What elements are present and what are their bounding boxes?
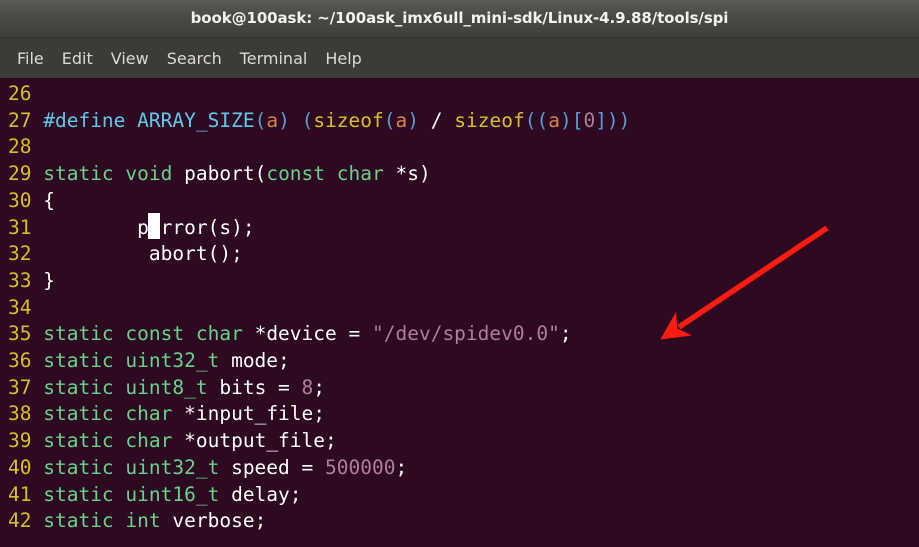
parameter-name: s xyxy=(407,162,419,186)
line-number: 32 xyxy=(8,242,32,266)
code-line: 28 xyxy=(8,135,43,158)
menu-item-terminal[interactable]: Terminal xyxy=(231,47,317,70)
keyword: static char xyxy=(43,429,185,453)
window-titlebar[interactable]: book@100ask: ~/100ask_imx6ull_mini-sdk/L… xyxy=(0,0,919,38)
line-number: 35 xyxy=(8,322,32,346)
code-line: 31 perror(s); xyxy=(8,215,255,239)
variable-name: bits xyxy=(219,375,267,399)
code-line: 33 } xyxy=(8,268,55,292)
terminal-viewport[interactable]: 26 27 #define ARRAY_SIZE(a) (sizeof(a) /… xyxy=(0,78,919,547)
keyword: static const char xyxy=(43,322,255,346)
variable-name: mode xyxy=(231,349,279,373)
keyword: static uint32_t xyxy=(43,349,232,373)
variable-name: device xyxy=(266,322,337,346)
sizeof-keyword: sizeof xyxy=(454,108,525,132)
line-number: 26 xyxy=(8,82,32,105)
menu-item-file[interactable]: File xyxy=(8,47,53,70)
code-line: 37 static uint8_t bits = 8; xyxy=(8,375,326,399)
line-number: 40 xyxy=(8,455,32,479)
numeric-literal: 8 xyxy=(301,375,314,399)
code-line: 36 static uint32_t mode; xyxy=(8,349,290,373)
code-listing: 26 27 #define ARRAY_SIZE(a) (sizeof(a) /… xyxy=(8,81,630,535)
menu-item-help[interactable]: Help xyxy=(316,47,370,70)
keyword: static uint8_t xyxy=(43,375,220,399)
variable-name: verbose xyxy=(172,509,255,533)
text-cursor xyxy=(148,213,160,239)
macro-arg: a xyxy=(266,108,279,132)
window-title: book@100ask: ~/100ask_imx6ull_mini-sdk/L… xyxy=(190,9,729,27)
argument: s xyxy=(219,215,232,239)
line-number: 29 xyxy=(8,162,32,186)
macro-arg: a xyxy=(548,108,560,132)
line-content xyxy=(31,82,43,105)
line-number: 41 xyxy=(8,482,32,506)
macro-name: ARRAY_SIZE xyxy=(137,108,255,132)
terminal-window: book@100ask: ~/100ask_imx6ull_mini-sdk/L… xyxy=(0,0,919,547)
menubar: File Edit View Search Terminal Help xyxy=(0,38,919,78)
code-line: 41 static uint16_t delay; xyxy=(8,482,302,506)
code-line: 42 static int verbose; xyxy=(8,509,267,533)
function-name: pabort xyxy=(184,162,255,186)
menu-item-search[interactable]: Search xyxy=(158,47,231,70)
numeric-literal: 0 xyxy=(583,108,596,132)
code-line: 27 #define ARRAY_SIZE(a) (sizeof(a) / si… xyxy=(8,108,631,132)
line-number: 38 xyxy=(8,402,32,426)
sizeof-keyword: sizeof xyxy=(313,108,384,132)
line-number: 31 xyxy=(8,215,32,239)
code-line: 34 xyxy=(8,296,43,319)
variable-name: input_file xyxy=(195,402,314,426)
string-literal: "/dev/spidev0.0" xyxy=(372,322,560,346)
code-line: 38 static char *input_file; xyxy=(8,402,326,426)
menu-item-edit[interactable]: Edit xyxy=(53,47,102,70)
code-line: 26 xyxy=(8,82,43,105)
line-number: 39 xyxy=(8,429,32,453)
keyword: static void xyxy=(43,162,185,186)
line-number: 37 xyxy=(8,375,32,399)
menu-item-view[interactable]: View xyxy=(102,47,158,70)
line-number: 27 xyxy=(8,108,32,132)
line-number: 28 xyxy=(8,135,32,159)
code-line: 39 static char *output_file; xyxy=(8,429,337,453)
code-line: 35 static const char *device = "/dev/spi… xyxy=(8,322,572,346)
numeric-literal: 500000 xyxy=(325,455,396,479)
keyword: static uint32_t xyxy=(43,455,232,479)
variable-name: output_file xyxy=(195,429,326,453)
keyword: static int xyxy=(43,509,173,533)
line-number: 30 xyxy=(8,188,32,212)
preprocessor-directive: #define xyxy=(43,108,126,132)
keyword: static char xyxy=(43,402,185,426)
keyword: const char xyxy=(266,162,396,186)
code-line: 40 static uint32_t speed = 500000; xyxy=(8,455,408,479)
code-line: 29 static void pabort(const char *s) xyxy=(8,162,431,186)
variable-name: speed xyxy=(231,455,290,479)
line-number: 36 xyxy=(8,349,32,373)
variable-name: delay xyxy=(231,482,290,506)
function-call: abort xyxy=(148,242,208,266)
macro-arg: a xyxy=(395,108,408,132)
line-number: 42 xyxy=(8,509,32,533)
code-line: 32 abort(); xyxy=(8,242,243,266)
keyword: static uint16_t xyxy=(43,482,232,506)
code-line: 30 { xyxy=(8,188,55,212)
line-number: 33 xyxy=(8,268,32,292)
line-number: 34 xyxy=(8,295,32,319)
